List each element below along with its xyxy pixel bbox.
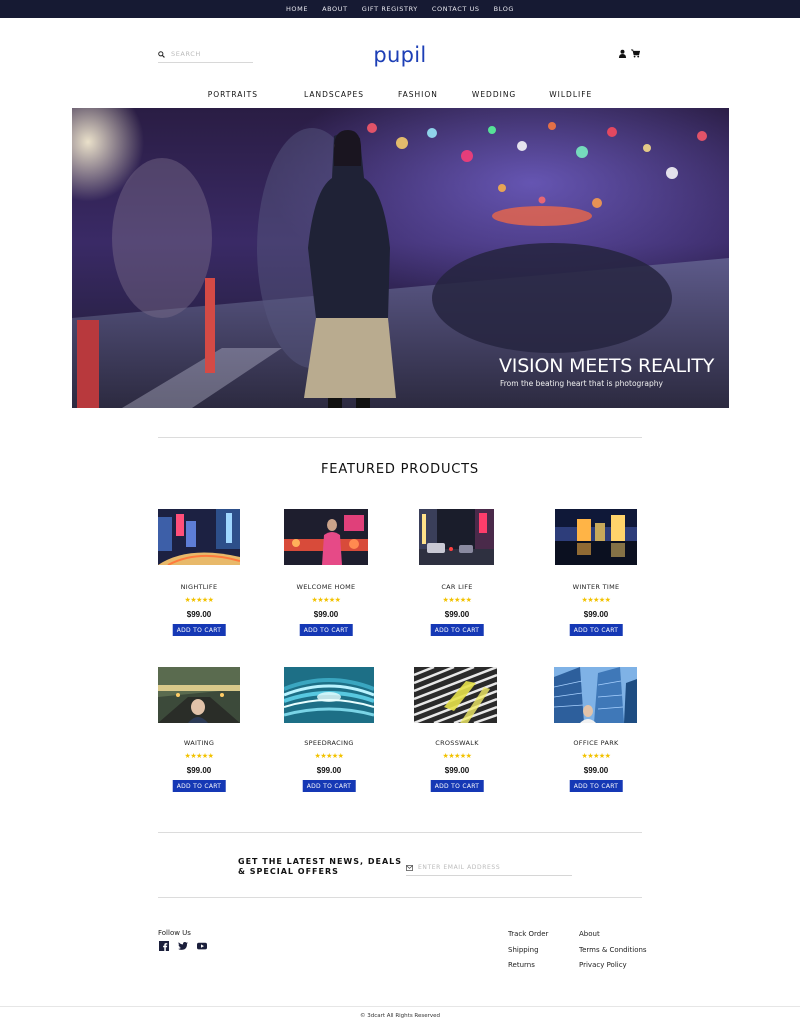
product-price: $99.00 (583, 610, 609, 619)
product-name[interactable]: WELCOME HOME (266, 583, 386, 591)
footer-divider (0, 1006, 800, 1007)
product-name[interactable]: CAR LIFE (397, 583, 517, 591)
hero-subtitle: From the beating heart that is photograp… (500, 379, 663, 388)
topnav-contact-us-link[interactable]: CONTACT US (432, 5, 480, 13)
facebook-icon[interactable] (159, 941, 169, 951)
top-nav: HOME ABOUT GIFT REGISTRY CONTACT US BLOG (0, 0, 800, 18)
header-icons (618, 49, 640, 58)
terms-conditions-link[interactable]: Terms & Conditions (579, 946, 647, 955)
product-rating: ★★★★★ (311, 597, 341, 604)
twitter-icon[interactable] (178, 941, 188, 951)
product-price: $99.00 (583, 766, 609, 775)
product-name[interactable]: WINTER TIME (536, 583, 656, 591)
product-rating: ★★★★★ (184, 597, 214, 604)
about-link[interactable]: About (579, 930, 647, 939)
product-image[interactable] (554, 667, 637, 723)
featured-products-heading: FEATURED PRODUCTS (321, 462, 479, 477)
product-name[interactable]: OFFICE PARK (536, 739, 656, 747)
product-price: $99.00 (186, 610, 212, 619)
product-price: $99.00 (316, 766, 342, 775)
site-logo[interactable]: pupil (0, 43, 800, 67)
section-divider (158, 897, 642, 898)
add-to-cart-button[interactable]: ADD TO CART (299, 624, 353, 636)
section-divider (158, 437, 642, 438)
category-fashion-link[interactable]: FASHION (398, 90, 438, 99)
add-to-cart-button[interactable]: ADD TO CART (302, 780, 356, 792)
product-rating: ★★★★★ (442, 597, 472, 604)
add-to-cart-button[interactable]: ADD TO CART (569, 780, 623, 792)
add-to-cart-button[interactable]: ADD TO CART (430, 780, 484, 792)
product-name[interactable]: SPEEDRACING (269, 739, 389, 747)
hero-banner[interactable]: VISION MEETS REALITY From the beating he… (72, 108, 729, 408)
product-price: $99.00 (186, 766, 212, 775)
product-image[interactable] (158, 509, 240, 565)
product-image[interactable] (284, 667, 374, 723)
social-links (159, 941, 207, 951)
product-price: $99.00 (444, 766, 470, 775)
product-rating: ★★★★★ (581, 597, 611, 604)
add-to-cart-button[interactable]: ADD TO CART (172, 624, 226, 636)
product-rating: ★★★★★ (184, 753, 214, 760)
youtube-icon[interactable] (197, 941, 207, 951)
mail-icon (406, 858, 413, 876)
returns-link[interactable]: Returns (508, 961, 548, 970)
shipping-link[interactable]: Shipping (508, 946, 548, 955)
product-image[interactable] (284, 509, 368, 565)
topnav-about-link[interactable]: ABOUT (322, 5, 348, 13)
category-portraits-link[interactable]: PORTRAITS (208, 90, 258, 99)
section-divider (158, 832, 642, 833)
privacy-policy-link[interactable]: Privacy Policy (579, 961, 647, 970)
newsletter-email-field (406, 859, 572, 876)
newsletter-heading-line1: GET THE LATEST NEWS, DEALS (238, 857, 402, 866)
cart-icon[interactable] (631, 49, 640, 58)
copyright-text: © 3dcart All Rights Reserved (359, 1013, 441, 1019)
footer-links-col1: Track Order Shipping Returns (508, 930, 548, 978)
topnav-gift-registry-link[interactable]: GIFT REGISTRY (362, 5, 418, 13)
product-name[interactable]: CROSSWALK (397, 739, 517, 747)
product-rating: ★★★★★ (581, 753, 611, 760)
product-name[interactable]: WAITING (139, 739, 259, 747)
category-wildlife-link[interactable]: WILDLIFE (549, 90, 592, 99)
product-image[interactable] (555, 509, 637, 565)
product-price: $99.00 (313, 610, 339, 619)
add-to-cart-button[interactable]: ADD TO CART (172, 780, 226, 792)
user-icon[interactable] (618, 49, 627, 58)
follow-us-label: Follow Us (158, 929, 191, 937)
add-to-cart-button[interactable]: ADD TO CART (569, 624, 623, 636)
newsletter-heading: GET THE LATEST NEWS, DEALS & SPECIAL OFF… (238, 857, 402, 877)
topnav-blog-link[interactable]: BLOG (494, 5, 514, 13)
category-nav: PORTRAITS LANDSCAPES FASHION WEDDING WIL… (0, 90, 800, 99)
email-input[interactable] (418, 863, 558, 871)
category-landscapes-link[interactable]: LANDSCAPES (304, 90, 364, 99)
topnav-home-link[interactable]: HOME (286, 5, 308, 13)
product-image[interactable] (419, 509, 494, 565)
product-name[interactable]: NIGHTLIFE (139, 583, 259, 591)
track-order-link[interactable]: Track Order (508, 930, 548, 939)
hero-title: VISION MEETS REALITY (499, 355, 715, 377)
footer-links-col2: About Terms & Conditions Privacy Policy (579, 930, 647, 978)
product-rating: ★★★★★ (314, 753, 344, 760)
product-rating: ★★★★★ (442, 753, 472, 760)
product-price: $99.00 (444, 610, 470, 619)
product-image[interactable] (414, 667, 497, 723)
category-wedding-link[interactable]: WEDDING (472, 90, 516, 99)
newsletter-heading-line2: & SPECIAL OFFERS (238, 867, 339, 876)
product-image[interactable] (158, 667, 240, 723)
add-to-cart-button[interactable]: ADD TO CART (430, 624, 484, 636)
